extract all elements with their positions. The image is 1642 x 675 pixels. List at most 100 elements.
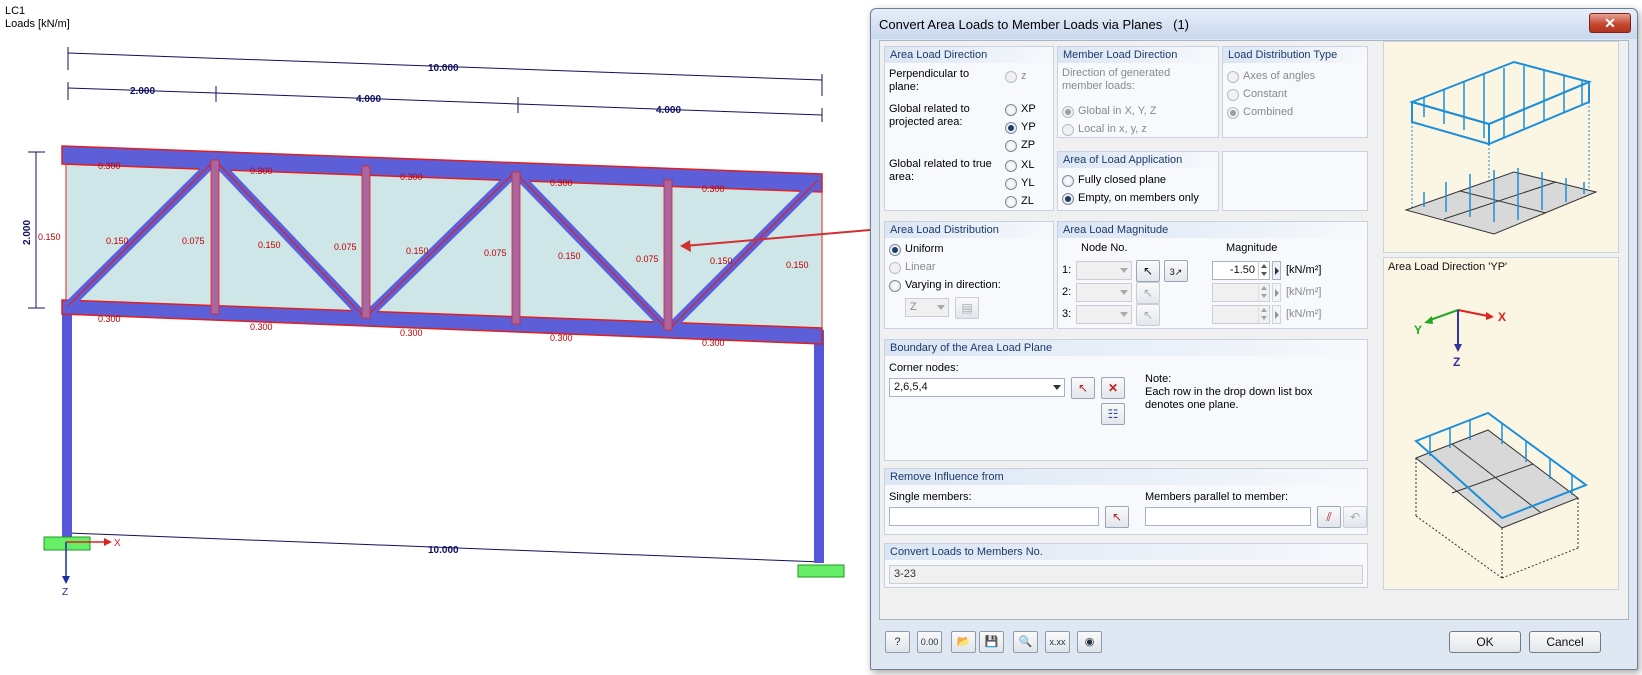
convert-area-loads-dialog[interactable]: Convert Area Loads to Member Loads via P…: [870, 8, 1638, 670]
projected-label: Global related to projected area:: [889, 103, 970, 128]
radio-axes-of-angles[interactable]: [1227, 71, 1239, 83]
corner-nodes-label: Corner nodes:: [889, 362, 959, 374]
radio-varying[interactable]: [889, 280, 901, 292]
save-button[interactable]: 💾: [979, 631, 1004, 653]
svg-text:0.300: 0.300: [98, 314, 121, 324]
delete-plane-button[interactable]: ✕: [1101, 377, 1125, 399]
magnitude-arrow-2[interactable]: [1272, 283, 1281, 302]
ok-button[interactable]: OK: [1449, 631, 1521, 653]
svg-text:0.300: 0.300: [550, 178, 573, 188]
dialog-title-count: (1): [1173, 17, 1190, 32]
view-button[interactable]: 🔍: [1013, 631, 1038, 653]
magnitude-arrow-3[interactable]: [1272, 305, 1281, 324]
axis-x-label: X: [1498, 310, 1506, 324]
help-button[interactable]: ?: [885, 631, 910, 653]
single-members-label: Single members:: [889, 491, 972, 503]
note-text-1: Each row in the drop down list box: [1145, 386, 1313, 398]
group-title: Area Load Direction: [885, 47, 1053, 63]
true-area-label: Global related to true area:: [889, 158, 992, 183]
model-view[interactable]: LC1 Loads [kN/m] 10.000 2.000 4.000 4.00…: [0, 0, 870, 675]
close-icon: ✕: [1604, 15, 1616, 31]
load-arrows-top: [1423, 66, 1583, 138]
corner-nodes-select[interactable]: 2,6,5,4: [889, 378, 1065, 397]
radio-zp[interactable]: [1005, 140, 1017, 152]
dim-total-top: 10.000: [428, 63, 459, 74]
axis-y-label: Y: [1414, 323, 1422, 337]
magnitude-spinner-2[interactable]: [1258, 283, 1269, 302]
visibility-button[interactable]: ◉: [1077, 631, 1102, 653]
pick-nodes-button[interactable]: 3↗: [1164, 260, 1188, 282]
radio-uniform[interactable]: [889, 244, 901, 256]
radio-combined[interactable]: [1227, 107, 1239, 119]
axis-z-label: Z: [1453, 355, 1460, 369]
radio-xl[interactable]: [1005, 160, 1017, 172]
cursor-pick-icon: ↖: [1111, 510, 1123, 524]
group-area-load-distribution: Area Load Distribution Uniform Linear Va…: [884, 221, 1054, 329]
dialog-title: Convert Area Loads to Member Loads via P…: [879, 17, 1190, 32]
pick-node-button-1[interactable]: ↖: [1136, 260, 1160, 282]
svg-text:0.150: 0.150: [786, 260, 809, 270]
parallel-members-input[interactable]: [1145, 507, 1311, 526]
svg-text:0.075: 0.075: [182, 236, 205, 246]
magnitude-spinner-3[interactable]: [1258, 305, 1269, 324]
radio-local-xyz[interactable]: [1062, 124, 1074, 136]
dim-seg3: 4.000: [656, 105, 681, 116]
pick-corner-nodes-button[interactable]: ↖: [1071, 377, 1095, 399]
col-node-no: Node No.: [1081, 242, 1128, 254]
pick-single-members-button[interactable]: ↖: [1105, 506, 1129, 528]
col-magnitude: Magnitude: [1226, 242, 1278, 254]
direction-pick-button[interactable]: ▤: [955, 297, 979, 319]
open-button[interactable]: 📂: [951, 631, 976, 653]
radio-z[interactable]: [1005, 71, 1017, 83]
radio-empty-members-only[interactable]: [1062, 193, 1074, 205]
svg-text:0.300: 0.300: [98, 161, 121, 171]
svg-text:0.150: 0.150: [406, 246, 429, 256]
svg-text:0.075: 0.075: [484, 248, 507, 258]
svg-text:0.300: 0.300: [400, 172, 423, 182]
cancel-button[interactable]: Cancel: [1529, 631, 1601, 653]
svg-text:0.150: 0.150: [38, 232, 61, 242]
pick-icon: ▤: [961, 301, 973, 315]
magnitude-spinner-1[interactable]: [1258, 261, 1269, 280]
single-members-input[interactable]: [889, 507, 1099, 526]
svg-text:0.075: 0.075: [334, 242, 357, 252]
radio-global-xyz[interactable]: [1062, 106, 1074, 118]
radio-fully-closed-plane[interactable]: [1062, 175, 1074, 187]
radio-zl[interactable]: [1005, 196, 1017, 208]
pick-node-button-3[interactable]: ↖: [1136, 304, 1160, 326]
dim-seg2: 4.000: [356, 94, 381, 105]
node-select-2[interactable]: [1076, 283, 1132, 302]
preview-image-bottom: Area Load Direction 'YP' X Y Z: [1383, 257, 1619, 590]
radio-constant[interactable]: [1227, 89, 1239, 101]
undo-icon: ↶: [1349, 510, 1361, 524]
radio-yl[interactable]: [1005, 178, 1017, 190]
help-icon: ?: [894, 636, 901, 648]
truss-model[interactable]: 10.000 2.000 4.000 4.000 2.000 10.000 0.…: [0, 0, 870, 675]
pick-parallel-members-button[interactable]: ⫽: [1317, 506, 1341, 528]
close-button[interactable]: ✕: [1589, 13, 1631, 33]
direction-select[interactable]: Z: [905, 298, 949, 317]
convert-members-input[interactable]: 3-23: [889, 565, 1363, 584]
svg-text:0.300: 0.300: [400, 328, 423, 338]
open-icon: 📂: [956, 636, 971, 648]
radio-yp[interactable]: [1005, 122, 1017, 134]
note-title: Note:: [1145, 373, 1172, 385]
cursor-pick-icon: ↖: [1077, 381, 1089, 395]
radio-linear[interactable]: [889, 262, 901, 274]
group-convert-loads: Convert Loads to Members No. 3-23: [884, 543, 1368, 588]
magnitude-arrow-1[interactable]: [1272, 261, 1281, 280]
units-button[interactable]: 0.00: [917, 631, 942, 653]
plane-list-button[interactable]: ☷: [1101, 403, 1125, 425]
group-area-of-load-application: Area of Load Application Fully closed pl…: [1057, 151, 1219, 211]
node-select-1[interactable]: [1076, 261, 1132, 280]
undo-parallel-button[interactable]: ↶: [1343, 506, 1367, 528]
decimals-button[interactable]: x.xx: [1045, 631, 1070, 653]
svg-text:0.300: 0.300: [702, 184, 725, 194]
pick-node-button-2[interactable]: ↖: [1136, 282, 1160, 304]
dim-total-bottom: 10.000: [428, 545, 459, 556]
group-member-load-direction: Member Load Direction Direction of gener…: [1057, 46, 1219, 138]
node-select-3[interactable]: [1076, 305, 1132, 324]
group-area-load-direction: Area Load Direction Perpendicular to pla…: [884, 46, 1054, 211]
dialog-titlebar[interactable]: Convert Area Loads to Member Loads via P…: [871, 9, 1637, 39]
radio-xp[interactable]: [1005, 104, 1017, 116]
